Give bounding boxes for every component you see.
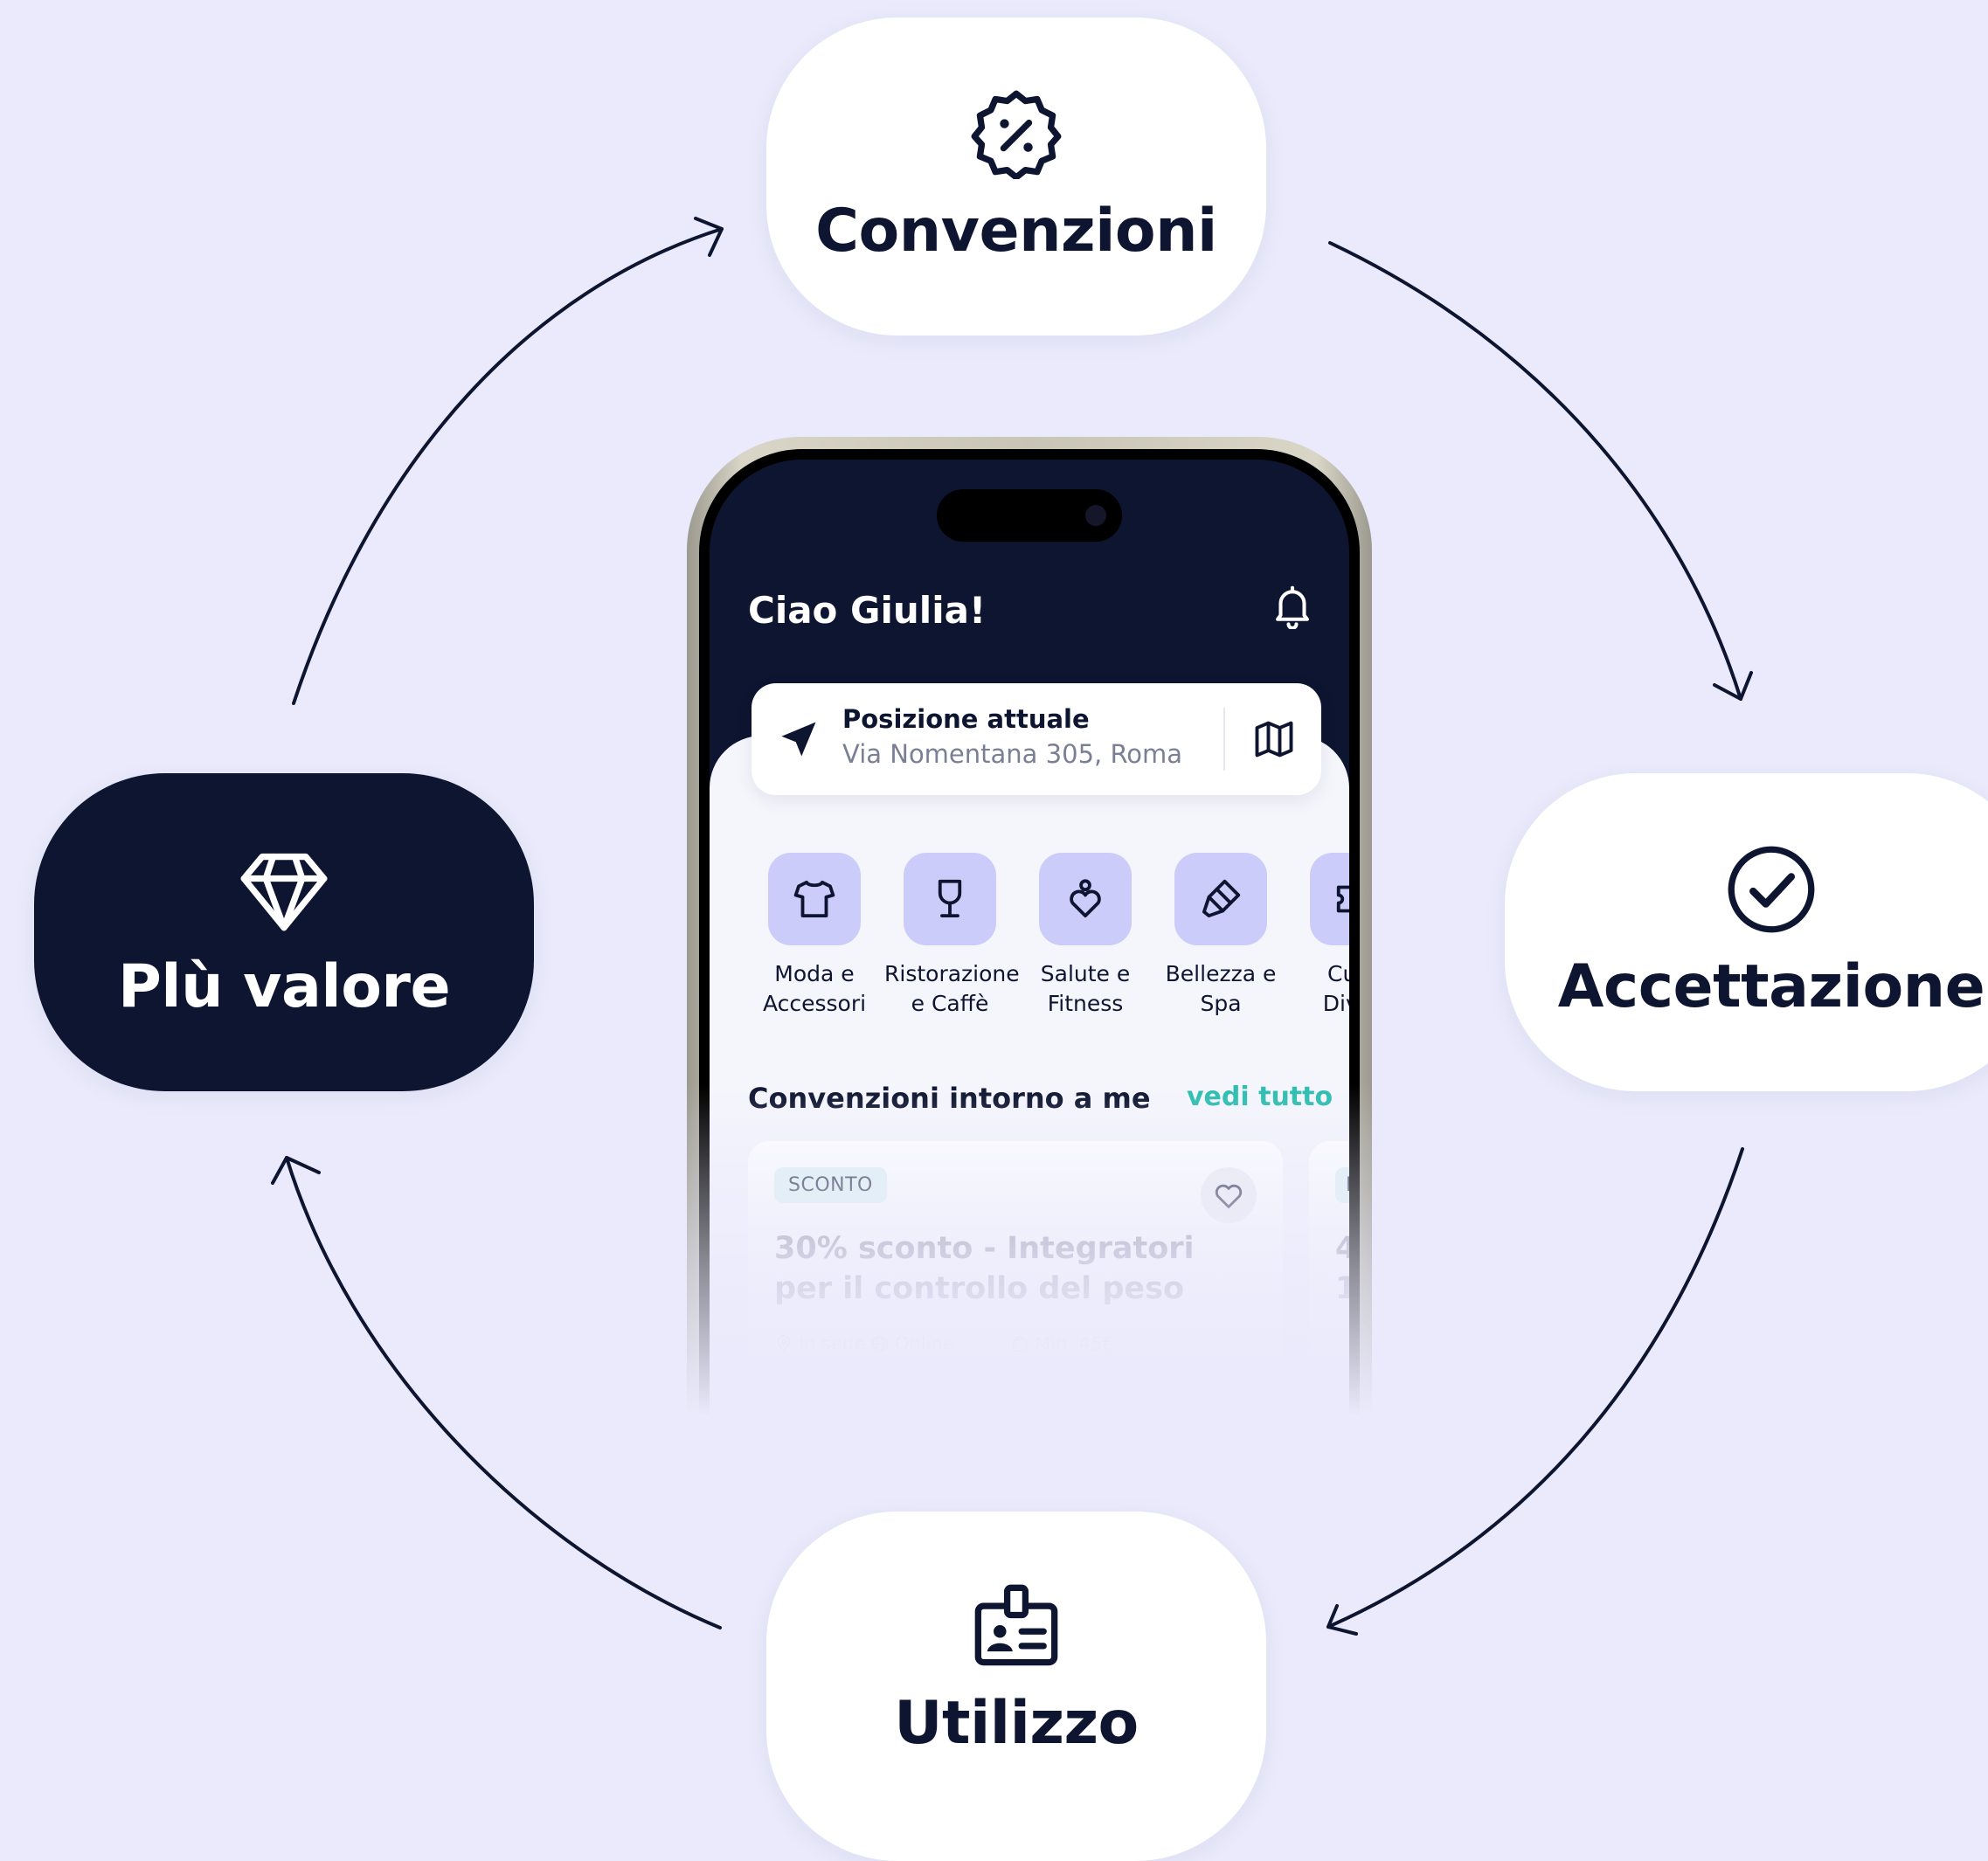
accettazione-label: Accettazione [1557, 951, 1985, 1021]
greeting-title: Ciao Giulia! [748, 589, 987, 632]
utilizzo-label: Utilizzo [894, 1688, 1139, 1758]
meta-online-text: Online [895, 1333, 954, 1354]
offer-card-next[interactable]: F 4 1( [1309, 1141, 1349, 1415]
category-list: Moda e Accessori Ristorazione e Caffè Sa… [710, 853, 1349, 1036]
location-card[interactable]: Posizione attuale Via Nomentana 305, Rom… [752, 683, 1321, 795]
location-divider [1223, 708, 1225, 771]
discount-badge-icon [971, 90, 1062, 179]
check-circle-icon [1728, 846, 1815, 932]
ticket-icon [1336, 885, 1349, 913]
category-moda[interactable]: Moda e Accessori [749, 853, 880, 1019]
meta-in-sede: In sede [774, 1333, 865, 1354]
offer-badge: SCONTO [774, 1167, 887, 1203]
category-tile [768, 853, 861, 945]
location-address: Via Nomentana 305, Roma [842, 739, 1183, 769]
see-all-link[interactable]: vedi tutto [1187, 1082, 1333, 1112]
arrow-convenzioni-to-accettazione [1328, 241, 1742, 701]
pin-icon [777, 1334, 791, 1353]
convenzioni-card: Convenzioni [766, 17, 1266, 336]
navigation-arrow-icon [781, 722, 816, 757]
brush-icon [1202, 879, 1241, 918]
offer-title: 4 1( [1335, 1228, 1349, 1309]
convenzioni-label: Convenzioni [815, 196, 1217, 266]
category-label: Salute e Fitness [1040, 961, 1131, 1016]
piu-valore-card: Plù valore [34, 773, 534, 1091]
meta-online: Online [870, 1333, 954, 1354]
meta-min-text: Min. 45€ [1035, 1333, 1114, 1354]
category-bellezza[interactable]: Bellezza e Spa [1155, 853, 1286, 1019]
category-label: Moda e Accessori [762, 961, 867, 1016]
arrow-utilizzo-to-piu-valore [285, 1156, 722, 1629]
heart-icon [1215, 1184, 1243, 1208]
category-salute[interactable]: Salute e Fitness [1020, 853, 1151, 1019]
offer-title: 30% sconto - Integratori per il controll… [774, 1231, 1195, 1306]
arrow-accettazione-to-utilizzo [1326, 1147, 1744, 1629]
section-title: Convenzioni intorno a me [748, 1082, 1151, 1115]
piu-valore-label: Plù valore [117, 951, 451, 1021]
cycle-diagram: Convenzioni Accettazione Utilizzo Plù va… [0, 0, 1988, 1861]
heart-person-icon [1070, 879, 1101, 918]
wine-glass-icon [938, 879, 962, 918]
app-screen: Ciao Giulia! Posizione attuale Via Nomen… [710, 460, 1349, 1415]
category-cultura[interactable]: Cultu Divert [1291, 853, 1349, 1019]
accettazione-card: Accettazione [1505, 773, 1988, 1091]
tshirt-icon [793, 880, 835, 918]
globe-icon [871, 1335, 889, 1353]
meta-min: Min. 45€ [1010, 1333, 1114, 1354]
bell-icon[interactable] [1269, 582, 1316, 629]
diamond-icon [240, 853, 328, 930]
category-tile [1310, 853, 1349, 945]
category-tile [1039, 853, 1132, 945]
category-ristorazione[interactable]: Ristorazione e Caffè [884, 853, 1020, 1019]
category-label: Cultu Divert [1322, 961, 1349, 1016]
category-tile [904, 853, 996, 945]
favorite-button[interactable] [1201, 1167, 1257, 1223]
phone-mockup: Ciao Giulia! Posizione attuale Via Nomen… [687, 437, 1372, 1415]
bag-icon [1012, 1335, 1028, 1353]
category-label: Bellezza e Spa [1165, 961, 1277, 1016]
offer-title-line: 4 [1335, 1231, 1349, 1266]
offer-title-line: 1( [1335, 1271, 1349, 1306]
category-tile [1174, 853, 1267, 945]
arrow-piu-valore-to-convenzioni [292, 227, 724, 705]
category-label: Ristorazione e Caffè [884, 961, 1020, 1016]
utilizzo-card: Utilizzo [766, 1512, 1266, 1861]
map-icon[interactable] [1251, 716, 1297, 762]
location-title: Posizione attuale [842, 704, 1090, 734]
offer-badge: F [1335, 1167, 1349, 1203]
meta-in-sede-text: In sede [799, 1333, 866, 1354]
id-badge-icon [974, 1584, 1058, 1665]
dynamic-island [937, 489, 1122, 542]
offer-card[interactable]: SCONTO 30% sconto - Integratori per il c… [748, 1141, 1283, 1415]
phone-bezel: Ciao Giulia! Posizione attuale Via Nomen… [699, 449, 1360, 1415]
